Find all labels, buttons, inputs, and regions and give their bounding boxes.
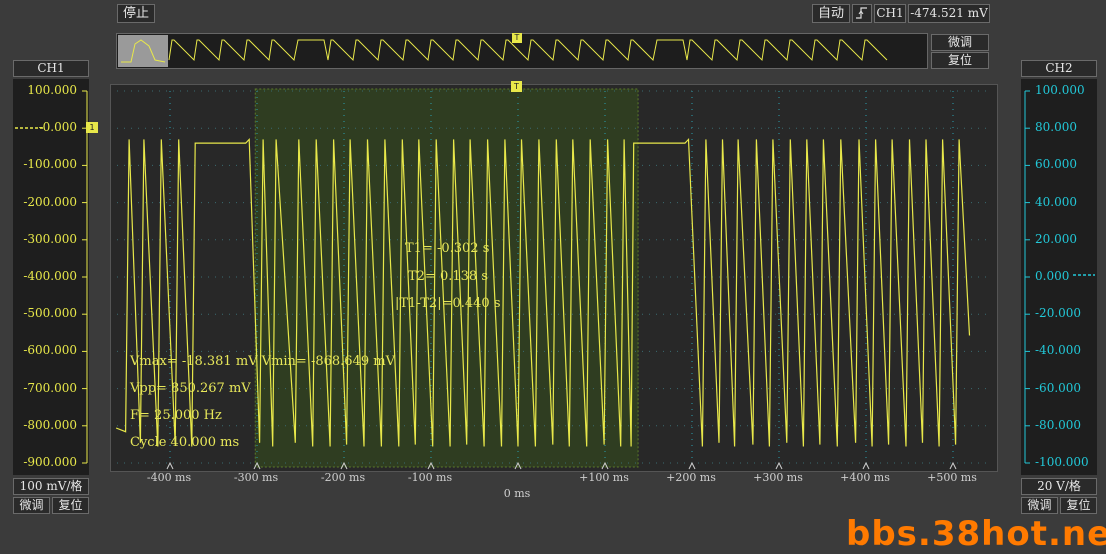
- time-tick-label: +200 ms: [666, 471, 716, 484]
- trigger-time-marker[interactable]: T: [511, 81, 522, 92]
- ch2-axis-ruler: [1024, 90, 1095, 464]
- time-tick-mark: [688, 461, 696, 470]
- time-tick-label: -100 ms: [407, 471, 453, 484]
- ch2-fine-button[interactable]: 微调: [1021, 497, 1058, 514]
- waveform-overview[interactable]: T: [116, 33, 928, 69]
- ch2-scale[interactable]: 20 V/格: [1021, 478, 1097, 495]
- overview-trace: [121, 39, 888, 63]
- stop-button[interactable]: 停止: [117, 4, 155, 23]
- watermark: bbs.38hot.net: [846, 514, 1106, 554]
- ch1-reset-button[interactable]: 复位: [52, 497, 89, 514]
- vmax-vmin-readout: Vmax= -18.381 mV Vmin= -868.649 mV: [130, 354, 395, 369]
- overview-trigger-marker[interactable]: T: [512, 33, 522, 43]
- ch2-reset-button[interactable]: 复位: [1060, 497, 1097, 514]
- ch1-axis-panel: 100.000 -0.000 -100.000 -200.000 -300.000 -40…: [13, 79, 98, 475]
- time-axis-center: 0 ms: [503, 487, 531, 500]
- time-tick-label: -400 ms: [146, 471, 192, 484]
- trigger-source-button[interactable]: CH1: [874, 4, 906, 23]
- overview-waveform: [168, 39, 888, 62]
- cycle-readout: Cycle 40.000 ms: [130, 435, 240, 450]
- overview-fine-button[interactable]: 微调: [931, 34, 989, 51]
- cursor-t2-label: T2= 0.138 s: [408, 269, 488, 284]
- time-tick-label: -200 ms: [320, 471, 366, 484]
- time-tick-mark: [862, 461, 870, 470]
- time-tick-mark: [949, 461, 957, 470]
- cursor-t1-label: T1= -0.302 s: [405, 241, 490, 256]
- ch1-fine-button[interactable]: 微调: [13, 497, 50, 514]
- ch1-offset-marker[interactable]: 1: [86, 122, 98, 133]
- time-tick-mark: [166, 461, 174, 470]
- ch1-axis-ruler: [15, 90, 88, 464]
- time-tick-label: +300 ms: [753, 471, 803, 484]
- trigger-edge-button[interactable]: [852, 4, 872, 23]
- overview-viewport-waveform: [121, 39, 166, 63]
- time-tick-mark: [775, 461, 783, 470]
- ch1-scale[interactable]: 100 mV/格: [13, 478, 89, 495]
- frequency-readout: F= 25.000 Hz: [130, 408, 222, 423]
- time-tick-label: -300 ms: [233, 471, 279, 484]
- plot-area[interactable]: T1= -0.302 s T2= 0.138 s |T1-T2|=0.440 s…: [110, 84, 998, 472]
- time-tick-label: +500 ms: [927, 471, 977, 484]
- time-tick-label: +100 ms: [579, 471, 629, 484]
- ch1-title[interactable]: CH1: [13, 60, 89, 77]
- ch2-title[interactable]: CH2: [1021, 60, 1097, 77]
- cursor-delta-label: |T1-T2|=0.440 s: [395, 296, 501, 311]
- trigger-level-readout[interactable]: -474.521 mV: [908, 4, 990, 23]
- overview-reset-button[interactable]: 复位: [931, 52, 989, 69]
- waveform-plot: [115, 88, 991, 470]
- vpp-readout: Vpp= 850.267 mV: [130, 381, 251, 396]
- time-tick-label: +400 ms: [840, 471, 890, 484]
- trigger-mode-button[interactable]: 自动: [812, 4, 850, 23]
- rising-edge-icon: [856, 7, 867, 19]
- ch2-axis-panel: 100.000 80.000 60.000 40.000 20.000 0.000 -20.…: [1021, 79, 1097, 475]
